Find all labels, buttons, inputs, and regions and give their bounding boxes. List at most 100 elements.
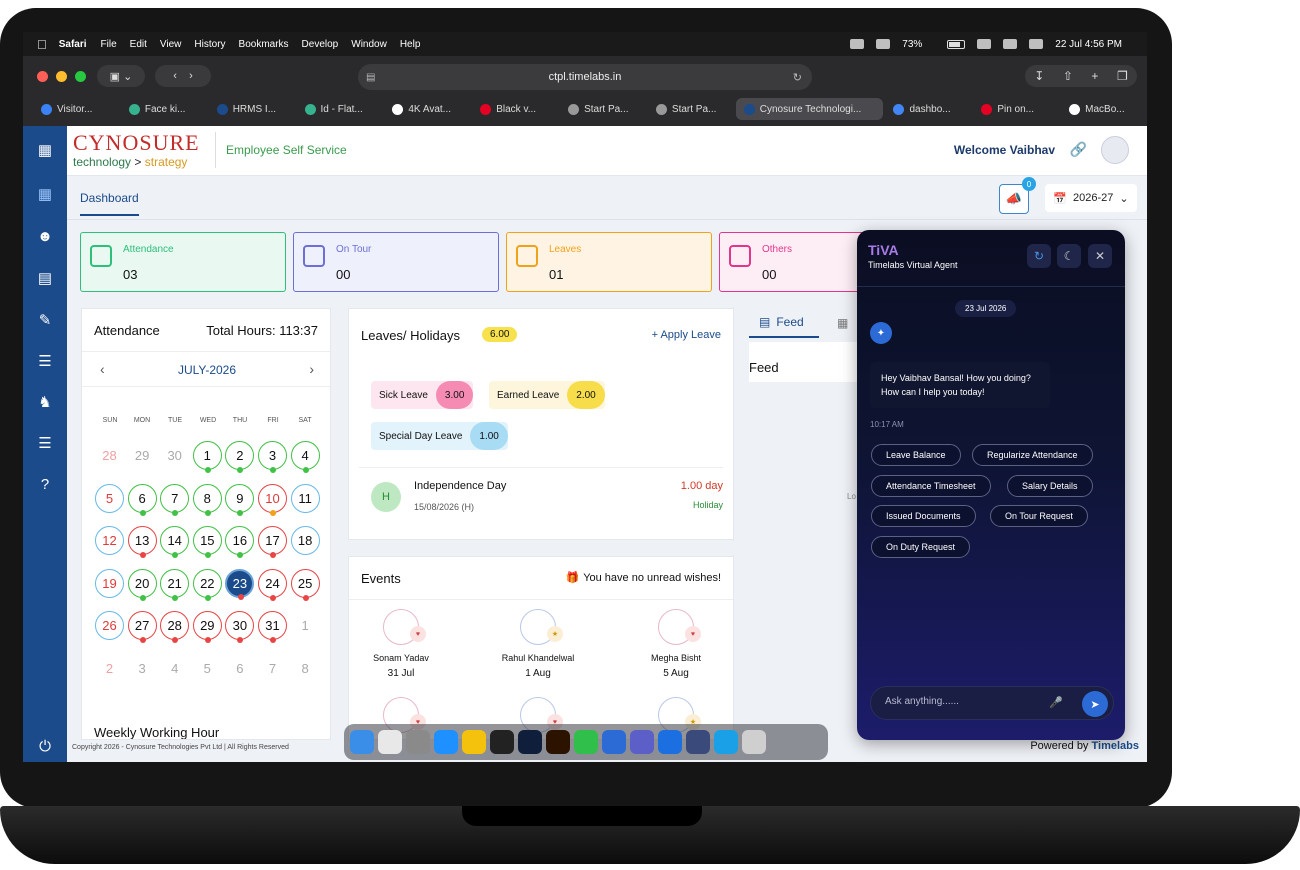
tab-item[interactable]: Id - Flat... [297, 98, 383, 120]
calendar-day[interactable]: 27 [127, 611, 157, 643]
sidebar-item-list[interactable]: ☰ [35, 433, 55, 453]
calendar-day[interactable]: 12 [95, 526, 124, 555]
sidebar-item-tasks[interactable]: ✎ [35, 310, 55, 330]
settings-icon[interactable] [406, 730, 430, 754]
calendar-day[interactable]: 28 [95, 441, 124, 470]
menu-view[interactable]: View [160, 39, 182, 50]
tab-item[interactable]: MacBo... [1061, 98, 1147, 120]
tab-feed[interactable]: ▤ Feed [749, 308, 819, 338]
quick-reply-attendance-timesheet[interactable]: Attendance Timesheet [871, 475, 991, 497]
tab-item[interactable]: HRMS I... [209, 98, 295, 120]
calendar-day[interactable]: 11 [290, 483, 320, 513]
dark-mode-icon[interactable]: ☾ [1057, 244, 1081, 268]
menu-edit[interactable]: Edit [130, 39, 147, 50]
birthday-person[interactable]: ★ Rahul Khandelwal 1 Aug [483, 609, 593, 679]
safari-icon[interactable] [434, 730, 458, 754]
calendar-day[interactable]: 3 [128, 654, 157, 683]
new-tab-icon[interactable]: + [1091, 69, 1098, 83]
zoom-window-button[interactable] [75, 71, 86, 82]
clock[interactable]: 22 Jul 4:56 PM [1055, 39, 1122, 50]
menu-file[interactable]: File [101, 39, 117, 50]
calendar-day[interactable]: 26 [95, 611, 124, 640]
link-icon[interactable]: 🔗 [1070, 141, 1087, 158]
wifi-icon[interactable] [977, 39, 992, 49]
quick-reply-leave-balance[interactable]: Leave Balance [871, 444, 961, 466]
menu-history[interactable]: History [194, 39, 225, 50]
tab-item[interactable]: Pin on... [973, 98, 1059, 120]
menu-help[interactable]: Help [400, 39, 421, 50]
next-month-icon[interactable]: › [309, 361, 314, 377]
stat-card-attendance[interactable]: Attendance 03 [80, 232, 286, 292]
leave-chip-earned[interactable]: Earned Leave 2.00 [489, 381, 605, 409]
calendar-day[interactable]: 22 [192, 568, 222, 601]
apps-grid-icon[interactable]: ▦ [35, 140, 55, 160]
address-bar[interactable]: ▤ ctpl.timelabs.in ↻ [358, 64, 812, 90]
calendar-day[interactable]: 2 [95, 654, 124, 683]
downloads-icon[interactable]: ↧ [1034, 69, 1044, 83]
calendar-day[interactable]: 3 [258, 441, 287, 473]
tab-dashboard[interactable]: Dashboard [80, 191, 139, 216]
quick-reply-regularize-attendance[interactable]: Regularize Attendance [972, 444, 1093, 466]
close-window-button[interactable] [37, 71, 48, 82]
calendar-day[interactable]: 29 [128, 441, 157, 470]
calendar-day[interactable]: 6 [225, 654, 254, 683]
sidebar-item-reports[interactable]: ▤ [35, 268, 55, 288]
apple-icon[interactable]:  [37, 37, 47, 52]
calendar-day[interactable]: 5 [95, 483, 124, 513]
holiday-item[interactable]: H Independence Day 15/08/2026 (H) 1.00 d… [359, 467, 723, 512]
stat-card-leaves[interactable]: Leaves 01 [506, 232, 712, 292]
calendar-day[interactable]: 1 [291, 611, 320, 640]
remote-desktop-icon[interactable] [602, 730, 626, 754]
avatar[interactable] [1101, 136, 1129, 164]
leave-chip-special-day[interactable]: Special Day Leave 1.00 [371, 422, 508, 450]
battery-icon[interactable] [947, 39, 966, 49]
calendar-day[interactable]: 9 [225, 483, 255, 516]
tab-item-active[interactable]: Cynosure Technologi... [735, 98, 884, 120]
birthday-person[interactable]: ♥ Sonam Yadav 31 Jul [349, 609, 456, 679]
calendar-day[interactable]: 1 [192, 441, 222, 473]
app-store-icon[interactable] [658, 730, 682, 754]
illustrator-icon[interactable] [546, 730, 570, 754]
chrome-icon[interactable] [462, 730, 486, 754]
calendar-day[interactable]: 7 [160, 483, 190, 516]
sidebar-toggle-button[interactable]: ▣ ⌄ [97, 65, 145, 87]
calendar-day[interactable]: 30 [225, 611, 255, 643]
calendar-day[interactable]: 18 [290, 526, 320, 555]
calendar-day[interactable]: 8 [291, 654, 320, 683]
tab-building-icon[interactable]: ▦ [837, 316, 848, 330]
menu-bookmarks[interactable]: Bookmarks [239, 39, 289, 50]
quicktime-icon[interactable] [714, 730, 738, 754]
calendar-day[interactable]: 4 [160, 654, 189, 683]
calendar-day[interactable]: 21 [160, 568, 190, 601]
tab-item[interactable]: Face ki... [121, 98, 207, 120]
teams-icon[interactable] [876, 39, 891, 49]
tab-overview-icon[interactable]: ❐ [1117, 69, 1128, 83]
menu-develop[interactable]: Develop [302, 39, 339, 50]
calendar-day[interactable]: 6 [127, 483, 157, 516]
chat-input[interactable] [885, 696, 1035, 707]
apply-leave-link[interactable]: + Apply Leave [652, 329, 721, 341]
calendar-day[interactable]: 29 [192, 611, 222, 643]
sidebar-item-documents[interactable]: ☰ [35, 351, 55, 371]
back-forward-buttons[interactable]: ‹ › [155, 65, 211, 87]
sidebar-item-help[interactable]: ? [35, 474, 55, 494]
calendar-day[interactable]: 20 [127, 568, 157, 601]
trash-icon[interactable] [742, 730, 766, 754]
control-center-icon[interactable] [1029, 39, 1044, 49]
calendar-day[interactable]: 8 [192, 483, 222, 516]
photoshop-icon[interactable] [518, 730, 542, 754]
tab-item[interactable]: Start Pa... [560, 98, 646, 120]
birthday-person[interactable]: ♥ Megha Bisht 5 Aug [621, 609, 731, 679]
tab-item[interactable]: Black v... [472, 98, 558, 120]
launchpad-icon[interactable] [378, 730, 402, 754]
send-button[interactable]: ➤ [1082, 691, 1108, 717]
menu-window[interactable]: Window [351, 39, 387, 50]
calendar-day[interactable]: 10 [258, 483, 287, 516]
figma-icon[interactable] [490, 730, 514, 754]
calendar-day[interactable]: 24 [258, 568, 287, 601]
calendar-day[interactable]: 28 [160, 611, 190, 643]
tab-item[interactable]: Start Pa... [648, 98, 734, 120]
teams-icon[interactable] [630, 730, 654, 754]
company-logo[interactable]: CYNOSURE technology > strategy [73, 132, 207, 170]
sidebar-item-training[interactable]: ♞ [35, 392, 55, 412]
